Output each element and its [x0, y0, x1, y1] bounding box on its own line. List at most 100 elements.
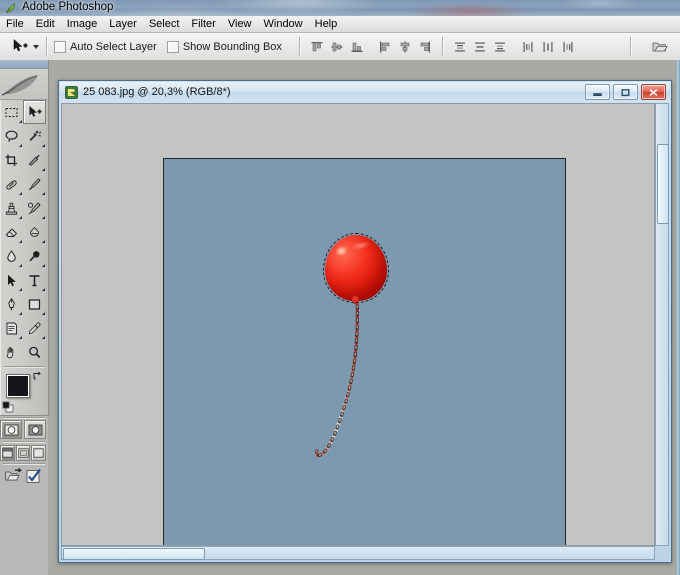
balloon-object[interactable] [322, 232, 392, 307]
flyout-nub [18, 239, 22, 243]
balloon-ribbon [315, 299, 359, 457]
blur-tool[interactable] [0, 244, 23, 268]
distribute-left-edges-button[interactable] [519, 37, 537, 56]
menu-file[interactable]: File [0, 17, 30, 32]
mask-mode-buttons [0, 420, 46, 439]
align-bottom-edges-button[interactable] [348, 37, 366, 56]
align-horizontal-centers-button[interactable] [396, 37, 414, 56]
flyout-nub [18, 119, 22, 123]
options-bar-right-section [623, 36, 680, 58]
auto-select-layer-label: Auto Select Layer [70, 40, 157, 53]
standard-mask-mode-button[interactable] [0, 420, 22, 439]
show-bounding-box-label: Show Bounding Box [182, 40, 282, 53]
photoshop-feather-icon [5, 2, 17, 14]
zoom-tool[interactable] [23, 340, 46, 364]
document-title-bar[interactable]: 25 083.jpg @ 20,3% (RGB/8*) [60, 82, 670, 102]
hand-tool[interactable] [0, 340, 23, 364]
distribute-bottom-edges-button[interactable] [491, 37, 509, 56]
auto-select-layer-option[interactable]: Auto Select Layer [54, 40, 157, 53]
rectangle-shape-tool[interactable] [23, 292, 46, 316]
distribute-top-edges-button[interactable] [451, 37, 469, 56]
notes-tool[interactable] [0, 316, 23, 340]
color-swatches [0, 369, 46, 415]
eyedropper-tool[interactable] [23, 316, 46, 340]
path-selection-tool[interactable] [0, 268, 23, 292]
tool-grid [0, 100, 46, 364]
auto-select-layer-checkbox[interactable] [54, 40, 66, 53]
document-horizontal-scroll-thumb[interactable] [63, 548, 205, 560]
document-vertical-scroll-thumb[interactable] [657, 144, 669, 224]
toolbox-divider-3 [3, 441, 45, 442]
default-colors-icon[interactable] [2, 401, 14, 413]
align-vertical-group [307, 37, 367, 56]
move-tool[interactable] [23, 100, 46, 124]
full-screen-with-menubar-button[interactable] [15, 445, 31, 461]
distribute-right-edges-button[interactable] [559, 37, 577, 56]
swap-colors-icon[interactable] [32, 370, 43, 381]
show-bounding-box-checkbox[interactable] [166, 40, 179, 53]
close-button[interactable] [641, 84, 666, 100]
clone-stamp-tool[interactable] [0, 196, 23, 220]
history-brush-tool[interactable] [23, 196, 46, 220]
align-right-edges-button[interactable] [416, 37, 434, 56]
jump-to-imageready-icon[interactable] [4, 467, 23, 487]
eraser-tool[interactable] [0, 220, 23, 244]
menu-edit[interactable]: Edit [30, 17, 61, 32]
pen-tool[interactable] [0, 292, 23, 316]
type-tool[interactable] [23, 268, 46, 292]
tool-preset-chevron-down-icon[interactable] [33, 44, 39, 49]
slice-tool[interactable] [23, 148, 46, 172]
flyout-nub [41, 263, 45, 267]
align-vertical-centers-button[interactable] [328, 37, 346, 56]
flyout-nub [41, 287, 45, 291]
menu-view[interactable]: View [222, 17, 258, 32]
options-separator [46, 37, 47, 56]
menu-filter[interactable]: Filter [185, 17, 221, 32]
gradient-tool[interactable] [23, 220, 46, 244]
brush-tool[interactable] [23, 172, 46, 196]
palette-well-icon[interactable] [649, 36, 671, 58]
toolbox-drag-handle[interactable] [0, 60, 48, 69]
distribute-horizontal-centers-button[interactable] [539, 37, 557, 56]
selection-marching-ants [323, 233, 389, 303]
menu-select[interactable]: Select [143, 17, 186, 32]
flyout-nub [18, 287, 22, 291]
screen-mode-buttons [0, 445, 47, 461]
toolbox-divider [3, 366, 45, 367]
jump-to-check-icon[interactable] [26, 468, 43, 487]
menu-bar: File Edit Image Layer Select Filter View… [0, 16, 680, 33]
crop-tool[interactable] [0, 148, 23, 172]
dodge-tool[interactable] [23, 244, 46, 268]
move-tool-icon[interactable] [6, 36, 32, 58]
options-separator-4 [630, 37, 631, 56]
show-bounding-box-option[interactable]: Show Bounding Box [166, 40, 282, 53]
maximize-button[interactable] [613, 84, 638, 100]
flyout-nub [18, 263, 22, 267]
document-vertical-scrollbar[interactable] [655, 103, 669, 546]
lasso-tool[interactable] [0, 124, 23, 148]
distribute-vertical-centers-button[interactable] [471, 37, 489, 56]
application-title-bar[interactable]: Adobe Photoshop [0, 0, 680, 16]
flyout-nub [41, 311, 45, 315]
menu-help[interactable]: Help [309, 17, 344, 32]
document-canvas-area[interactable] [61, 103, 655, 546]
menu-image[interactable]: Image [61, 17, 104, 32]
quick-mask-mode-button[interactable] [24, 420, 46, 439]
foreground-color-swatch[interactable] [6, 374, 30, 398]
align-left-edges-button[interactable] [376, 37, 394, 56]
healing-brush-tool[interactable] [0, 172, 23, 196]
align-top-edges-button[interactable] [308, 37, 326, 56]
magic-wand-tool[interactable] [23, 124, 46, 148]
rectangular-marquee-tool[interactable] [0, 100, 23, 124]
flyout-nub [18, 215, 22, 219]
menu-layer[interactable]: Layer [103, 17, 143, 32]
flyout-nub [41, 335, 45, 339]
minimize-button[interactable] [585, 84, 610, 100]
menu-window[interactable]: Window [258, 17, 309, 32]
standard-screen-mode-button[interactable] [0, 445, 15, 461]
options-separator-3 [441, 37, 443, 56]
image-canvas[interactable] [163, 158, 566, 545]
document-horizontal-scrollbar[interactable] [61, 546, 655, 560]
full-screen-mode-button[interactable] [31, 445, 47, 461]
flyout-nub [41, 143, 45, 147]
